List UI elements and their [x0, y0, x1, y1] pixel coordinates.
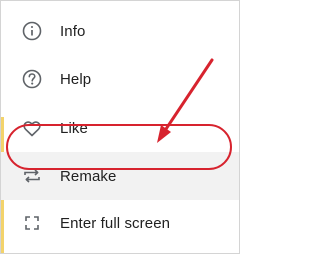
menu-item-info[interactable]: Info [1, 7, 239, 55]
menu-item-like[interactable]: Like [1, 104, 239, 152]
fullscreen-icon [20, 211, 44, 235]
menu-item-fullscreen[interactable]: Enter full screen [1, 199, 239, 247]
context-menu-frame: Info Help Like Remake Enter full screen [0, 0, 240, 254]
menu-item-label: Remake [60, 167, 117, 185]
repeat-icon [20, 164, 44, 188]
heart-icon [20, 116, 44, 140]
menu-item-remake[interactable]: Remake [1, 152, 239, 200]
menu-item-label: Enter full screen [60, 214, 171, 232]
menu-item-help[interactable]: Help [1, 55, 239, 103]
info-icon [20, 19, 44, 43]
menu-item-label: Info [60, 22, 86, 40]
help-icon [20, 67, 44, 91]
menu-item-label: Help [60, 70, 92, 88]
menu-item-label: Like [60, 119, 88, 137]
